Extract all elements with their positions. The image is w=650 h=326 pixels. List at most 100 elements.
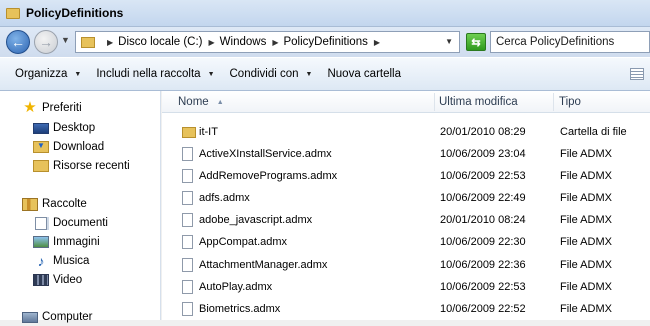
file-name: it-IT [199, 126, 218, 138]
sidebar-item-label: Computer [42, 311, 93, 323]
include-in-library-button[interactable]: Includi nella raccolta ▼ [96, 68, 214, 80]
sidebar-item-label: Preferiti [42, 102, 82, 114]
file-row[interactable]: adobe_javascript.admx 20/01/2010 08:24 F… [162, 209, 650, 231]
file-name: AddRemovePrograms.admx [199, 170, 338, 182]
file-name: adfs.admx [199, 192, 250, 204]
star-icon: ★ [23, 99, 37, 116]
address-bar[interactable]: ▶ Disco locale (C:) ▶ Windows ▶ PolicyDe… [75, 31, 460, 53]
file-name-cell: AutoPlay.admx [182, 276, 272, 298]
file-modified: 10/06/2009 22:53 [440, 170, 526, 182]
sidebar-item-label: Documenti [53, 217, 108, 229]
sidebar-item-download[interactable]: Download [33, 138, 104, 156]
file-name-cell: it-IT [182, 121, 218, 143]
view-options-icon[interactable] [630, 68, 644, 80]
column-header-modified[interactable]: Ultima modifica [439, 91, 551, 113]
sidebar-item-label: Video [53, 274, 83, 286]
sidebar-item-video[interactable]: Video [33, 271, 82, 289]
file-name: AttachmentManager.admx [199, 259, 328, 271]
title-bar[interactable]: PolicyDefinitions [0, 0, 650, 27]
chevron-right-icon[interactable]: ▶ [272, 38, 278, 47]
file-name: Biometrics.admx [199, 303, 281, 315]
share-with-button[interactable]: Condividi con ▼ [230, 68, 313, 80]
file-name-cell: adobe_javascript.admx [182, 209, 312, 231]
file-type: File ADMX [560, 236, 612, 248]
search-input[interactable]: Cerca PolicyDefinitions [490, 31, 650, 53]
file-icon [182, 191, 193, 205]
recent-pages-dropdown[interactable]: ▼ [61, 35, 70, 45]
file-icon [182, 280, 193, 294]
download-folder-icon [33, 141, 49, 153]
column-header-type[interactable]: Tipo [559, 91, 649, 113]
file-icon [182, 302, 193, 316]
file-row[interactable]: AppCompat.admx 10/06/2009 22:30 File ADM… [162, 231, 650, 253]
file-modified: 10/06/2009 23:04 [440, 148, 526, 160]
sidebar-item-music[interactable]: ♪ Musica [33, 252, 90, 270]
sidebar-item-computer[interactable]: Computer [22, 308, 93, 326]
file-row[interactable]: Biometrics.admx 10/06/2009 22:52 File AD… [162, 298, 650, 320]
document-icon [35, 216, 47, 230]
sidebar-item-documents[interactable]: Documenti [33, 214, 108, 232]
sidebar-item-label: Desktop [53, 122, 96, 134]
file-row[interactable]: AttachmentManager.admx 10/06/2009 22:36 … [162, 254, 650, 276]
chevron-right-icon[interactable]: ▶ [209, 38, 215, 47]
back-button[interactable]: ← [6, 30, 30, 54]
sidebar-item-pictures[interactable]: Immagini [33, 233, 100, 251]
new-folder-button[interactable]: Nuova cartella [327, 68, 401, 80]
chevron-down-icon: ▼ [74, 70, 82, 78]
chevron-down-icon[interactable]: ▼ [445, 37, 453, 46]
refresh-button[interactable]: ⇆ [466, 33, 486, 51]
file-modified: 20/01/2010 08:24 [440, 214, 526, 226]
column-divider[interactable] [553, 93, 554, 111]
file-type: File ADMX [560, 303, 612, 315]
column-divider[interactable] [434, 93, 435, 111]
file-row[interactable]: ActiveXInstallService.admx 10/06/2009 23… [162, 143, 650, 165]
arrow-left-icon: ← [11, 34, 25, 50]
breadcrumb: ▶ Disco locale (C:) ▶ Windows ▶ PolicyDe… [101, 36, 385, 48]
sidebar-item-recent[interactable]: Risorse recenti [33, 157, 130, 175]
file-type: File ADMX [560, 214, 612, 226]
file-modified: 10/06/2009 22:30 [440, 236, 526, 248]
column-header-name[interactable]: Nome ▲ [178, 91, 433, 113]
file-name-cell: Biometrics.admx [182, 298, 280, 320]
chevron-down-icon: ▼ [207, 70, 215, 78]
share-label: Condividi con [229, 68, 299, 80]
file-name-cell: adfs.admx [182, 187, 250, 209]
file-row[interactable]: adfs.admx 10/06/2009 22:49 File ADMX [162, 187, 650, 209]
file-icon [182, 213, 193, 227]
command-bar: Organizza ▼ Includi nella raccolta ▼ Condi… [0, 57, 650, 91]
sidebar-item-desktop[interactable]: Desktop [33, 119, 95, 137]
file-type: Cartella di file [560, 126, 627, 138]
file-type: File ADMX [560, 192, 612, 204]
breadcrumb-item[interactable]: PolicyDefinitions [283, 36, 367, 48]
libraries-icon [22, 197, 38, 211]
window-title: PolicyDefinitions [26, 6, 124, 20]
breadcrumb-item[interactable]: Windows [220, 36, 267, 48]
file-modified: 10/06/2009 22:52 [440, 303, 526, 315]
column-header-label: Tipo [559, 96, 581, 108]
refresh-icon: ⇆ [471, 36, 481, 49]
chevron-right-icon[interactable]: ▶ [374, 38, 380, 47]
file-list: Nome ▲ Ultima modifica Tipo it-IT 20/01/… [162, 91, 650, 320]
computer-icon [22, 311, 38, 323]
breadcrumb-item[interactable]: Disco locale (C:) [118, 36, 202, 48]
file-icon [182, 235, 193, 249]
chevron-down-icon: ▼ [305, 70, 313, 78]
organize-button[interactable]: Organizza ▼ [15, 68, 81, 80]
file-name-cell: AttachmentManager.admx [182, 254, 327, 276]
address-row: ← → ▼ ▶ Disco locale (C:) ▶ Windows ▶ Po… [0, 27, 650, 57]
file-name: adobe_javascript.admx [199, 214, 313, 226]
column-header-row: Nome ▲ Ultima modifica Tipo [162, 91, 650, 113]
navigation-pane: ★ Preferiti Desktop Download Risorse rec… [0, 91, 161, 323]
sort-ascending-icon: ▲ [216, 98, 224, 106]
file-row[interactable]: it-IT 20/01/2010 08:29 Cartella di file [162, 121, 650, 143]
file-type: File ADMX [560, 259, 612, 271]
sidebar-item-favorites[interactable]: ★ Preferiti [22, 99, 82, 117]
sidebar-item-libraries[interactable]: Raccolte [22, 195, 87, 213]
arrow-right-icon: → [39, 34, 53, 50]
file-row[interactable]: AutoPlay.admx 10/06/2009 22:53 File ADMX [162, 276, 650, 298]
chevron-right-icon[interactable]: ▶ [107, 38, 113, 47]
file-row[interactable]: AddRemovePrograms.admx 10/06/2009 22:53 … [162, 165, 650, 187]
desktop-icon [33, 122, 49, 134]
file-modified: 10/06/2009 22:53 [440, 281, 526, 293]
forward-button[interactable]: → [34, 30, 58, 54]
